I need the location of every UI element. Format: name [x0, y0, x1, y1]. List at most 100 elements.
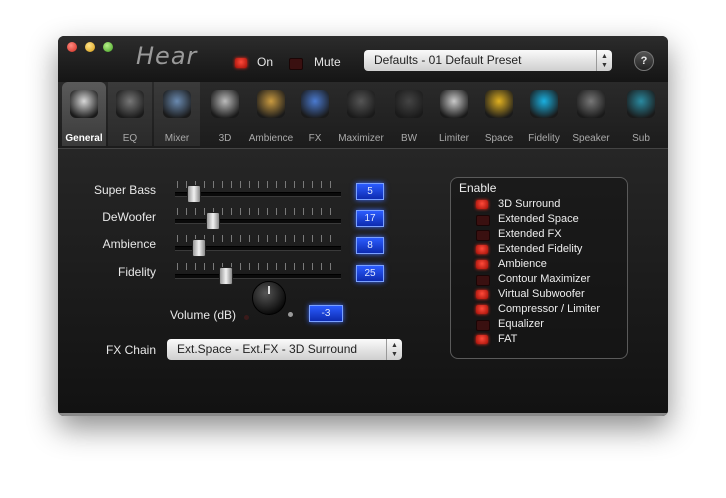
enable-led-toggle[interactable] [476, 230, 490, 241]
zoom-window-button[interactable] [103, 42, 113, 52]
slider-label: Super Bass [93, 183, 156, 197]
volume-label: Volume (dB) [169, 308, 236, 322]
general-panel: Super Bass 5 DeWoofer 17 Ambience 8 Fidelity 25… [58, 149, 668, 413]
tab-label: Space [484, 133, 514, 144]
volume-value: -3 [309, 305, 343, 322]
stage-lights-icon [301, 90, 329, 118]
enable-item-label: Extended Fidelity [498, 243, 583, 255]
tab-label: Ambience [248, 133, 294, 144]
tab-label: Maximizer [338, 133, 384, 144]
slider-ticks [177, 208, 339, 215]
enable-item-label: Extended Space [498, 213, 579, 225]
speaker-cone-icon [257, 90, 285, 118]
slider-value: 17 [356, 210, 384, 227]
tab-label: Sub [632, 133, 650, 144]
tab-label: EQ [122, 133, 138, 144]
speaker-disc-icon [577, 90, 605, 118]
tab-mixer[interactable]: Mixer [154, 82, 200, 146]
mute-led-button[interactable] [289, 58, 303, 70]
enable-item-label: FAT [498, 333, 518, 345]
subwoofer-wave-icon [627, 90, 655, 118]
enable-item-label: Virtual Subwoofer [498, 288, 585, 300]
enable-item-label: 3D Surround [498, 198, 561, 210]
enable-panel: Enable 3D Surround Extended Space Extended… [450, 177, 628, 359]
enable-led-toggle[interactable] [476, 245, 488, 254]
volume-knob[interactable] [252, 281, 286, 315]
enable-led-toggle[interactable] [476, 290, 488, 299]
fx-chain-select[interactable]: Ext.Space - Ext.FX - 3D Surround ▲ ▼ [167, 339, 402, 360]
close-window-button[interactable] [67, 42, 77, 52]
enable-item-label: Contour Maximizer [498, 273, 591, 285]
tab-fx[interactable]: FX [296, 82, 334, 146]
enable-led-toggle[interactable] [476, 305, 488, 314]
meter-gauge-icon [440, 90, 468, 118]
tab-eq[interactable]: EQ [108, 82, 152, 146]
glowing-orb-icon [530, 90, 558, 118]
speaker-box-icon [70, 90, 98, 118]
tab-fidelity[interactable]: Fidelity [522, 82, 566, 146]
slider-thumb[interactable] [187, 185, 201, 203]
tab-space[interactable]: Space [478, 82, 520, 146]
mute-label: Mute [314, 55, 341, 69]
tab-label: Limiter [438, 133, 469, 144]
tab-sub[interactable]: Sub [618, 82, 664, 146]
fx-chain-label: FX Chain [105, 343, 156, 357]
tab-general[interactable]: General [62, 82, 106, 146]
slider-thumb[interactable] [192, 239, 206, 257]
slider-track[interactable] [175, 274, 341, 279]
enable-title: Enable [459, 181, 497, 195]
tab-speaker[interactable]: Speaker [568, 82, 614, 146]
tab-label: General [65, 133, 103, 144]
help-button[interactable]: ? [634, 51, 654, 71]
slider-ticks [177, 263, 339, 270]
preset-select[interactable]: Defaults - 01 Default Preset ▲ ▼ [364, 50, 612, 71]
light-beam-icon [485, 90, 513, 118]
enable-led-toggle[interactable] [476, 320, 490, 331]
slider-label: Ambience [102, 237, 156, 251]
tab-label: BW [400, 133, 418, 144]
slider-value: 5 [356, 183, 384, 200]
on-led-button[interactable] [235, 58, 247, 68]
tab-ambience[interactable]: Ambience [248, 82, 294, 146]
enable-led-toggle[interactable] [476, 335, 488, 344]
tab-label: Speaker [572, 133, 610, 144]
volume-max-dot [288, 312, 293, 317]
tab-label: FX [308, 133, 322, 144]
slider-label: Fidelity [117, 265, 156, 279]
tab-3d[interactable]: 3D [204, 82, 246, 146]
tab-label: Mixer [164, 133, 190, 144]
preset-value: Defaults - 01 Default Preset [374, 53, 522, 67]
enable-item-label: Extended FX [498, 228, 562, 240]
slider-ticks [177, 181, 339, 188]
minimize-window-button[interactable] [85, 42, 95, 52]
slider-value: 25 [356, 265, 384, 282]
slider-track[interactable] [175, 219, 341, 224]
enable-led-toggle[interactable] [476, 260, 488, 269]
on-label: On [257, 55, 274, 69]
up-down-arrows-icon: ▲ ▼ [596, 50, 612, 71]
equalizer-sliders-icon [116, 90, 144, 118]
enable-item-label: Equalizer [498, 318, 544, 330]
tab-maximizer[interactable]: Maximizer [336, 82, 386, 146]
tab-bar: General EQ Mixer 3D Ambience FX Maximizer BW Lim… [58, 82, 668, 149]
up-down-arrows-icon: ▲ ▼ [386, 339, 402, 360]
tab-label: Fidelity [528, 133, 560, 144]
title-bar: Hear On Mute Defaults - 01 Default Prese… [58, 36, 668, 82]
slider-thumb[interactable] [219, 267, 233, 285]
mixer-bars-icon [163, 90, 191, 118]
enable-led-toggle[interactable] [476, 215, 490, 226]
enable-led-toggle[interactable] [476, 200, 488, 209]
slider-value: 8 [356, 237, 384, 254]
headphones-icon [347, 90, 375, 118]
joystick-icon [395, 90, 423, 118]
tab-limiter[interactable]: Limiter [432, 82, 476, 146]
tab-bw[interactable]: BW [388, 82, 430, 146]
app-logo: Hear [136, 42, 198, 70]
hear-window: Hear On Mute Defaults - 01 Default Prese… [58, 36, 668, 416]
enable-item-label: Compressor / Limiter [498, 303, 601, 315]
tab-label: 3D [218, 133, 232, 144]
bottom-edge [58, 413, 668, 416]
volume-min-dot [244, 315, 249, 320]
slider-thumb[interactable] [206, 212, 220, 230]
enable-led-toggle[interactable] [476, 275, 490, 286]
